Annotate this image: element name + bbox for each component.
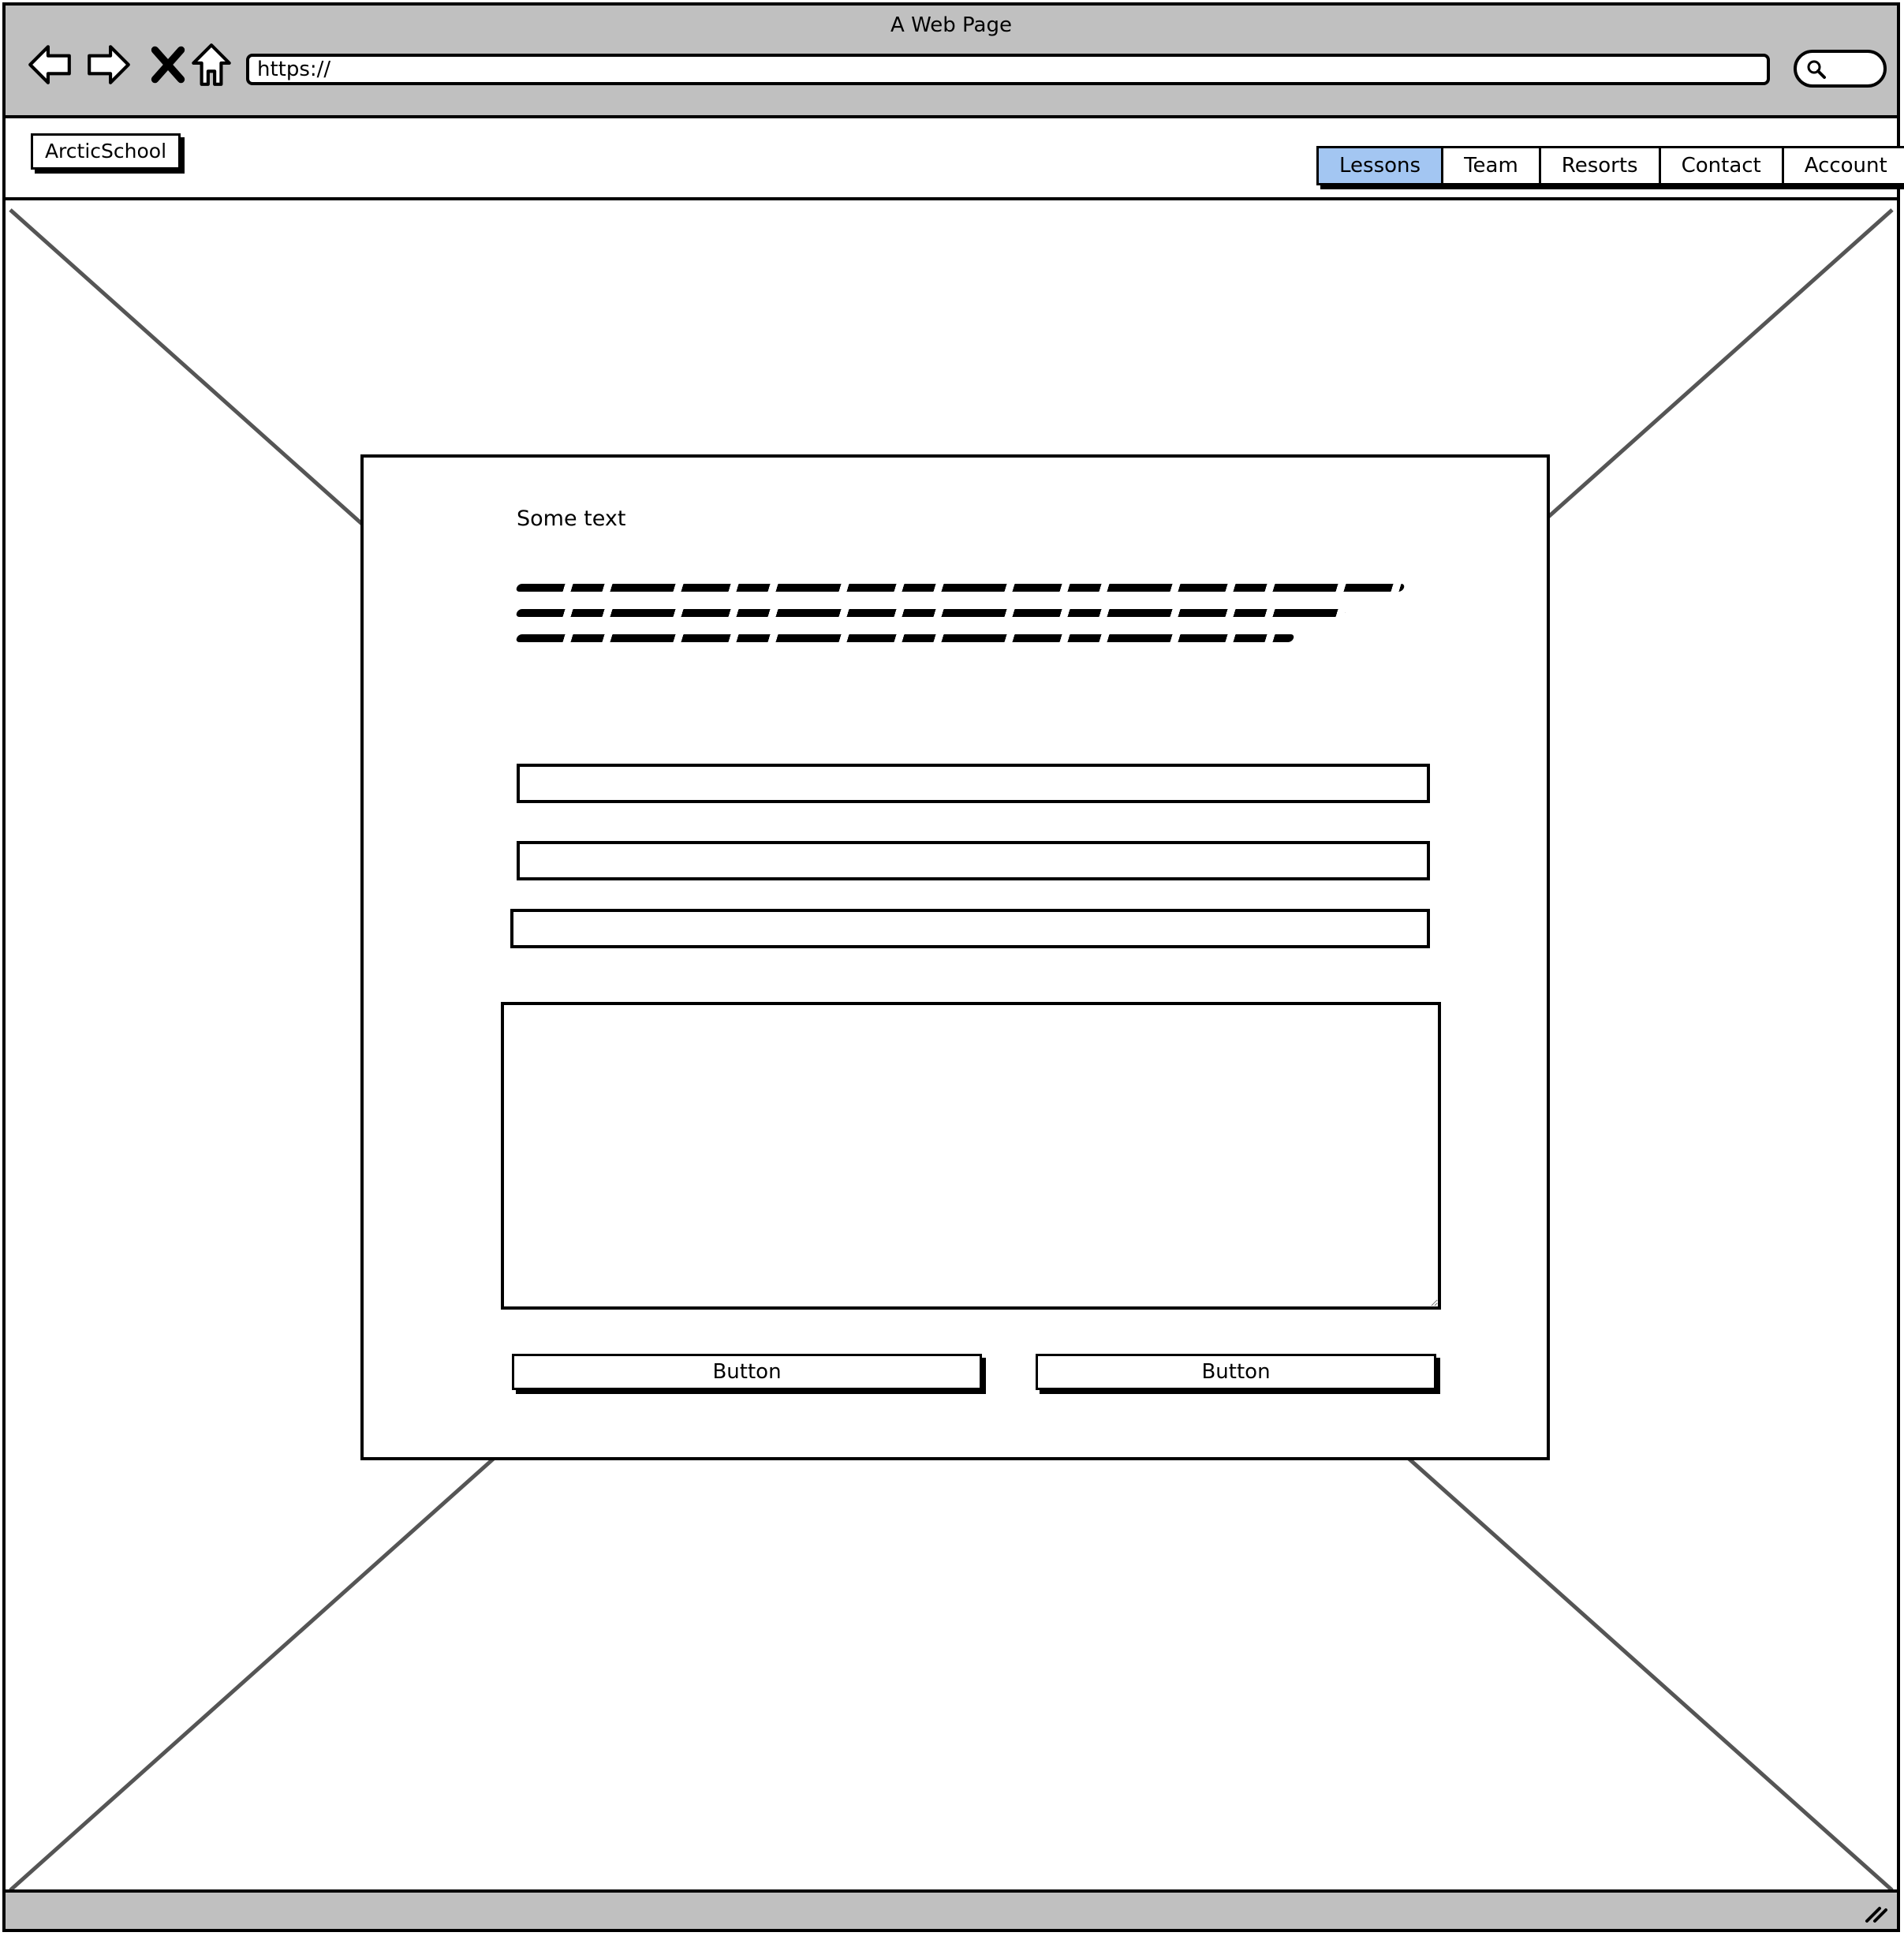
close-x-icon[interactable] <box>144 40 192 89</box>
tab-team[interactable]: Team <box>1443 148 1541 183</box>
message-textarea[interactable] <box>501 1002 1441 1310</box>
browser-chrome: A Web Page https:// <box>6 6 1897 118</box>
scribble-line <box>515 584 1406 592</box>
form-heading: Some text <box>517 506 626 531</box>
placeholder-paragraph <box>515 584 1408 660</box>
site-logo[interactable]: ArcticSchool <box>31 133 181 170</box>
forward-arrow-icon[interactable] <box>84 40 133 89</box>
scribble-line <box>515 609 1346 617</box>
main-content: Some text Button Button <box>6 204 1897 1896</box>
tab-resorts[interactable]: Resorts <box>1540 148 1661 183</box>
button-left[interactable]: Button <box>512 1354 982 1390</box>
back-arrow-icon[interactable] <box>25 40 74 89</box>
text-input-1[interactable] <box>517 764 1430 803</box>
search-icon <box>1807 60 1826 79</box>
home-icon[interactable] <box>187 40 236 89</box>
browser-search-box[interactable] <box>1794 50 1887 88</box>
resize-grip-icon[interactable] <box>1862 1897 1889 1924</box>
button-right[interactable]: Button <box>1036 1354 1436 1390</box>
text-input-2[interactable] <box>517 841 1430 880</box>
status-bar <box>6 1889 1897 1929</box>
main-nav: Lessons Team Resorts Contact Account <box>1316 146 1904 185</box>
tab-lessons[interactable]: Lessons <box>1319 148 1444 183</box>
url-bar[interactable]: https:// <box>246 54 1770 85</box>
tab-contact[interactable]: Contact <box>1660 148 1784 183</box>
tab-account[interactable]: Account <box>1783 148 1904 183</box>
form-panel: Some text Button Button <box>360 454 1550 1460</box>
site-header: ArcticSchool Lessons Team Resorts Contac… <box>6 118 1904 200</box>
scribble-line <box>515 634 1295 642</box>
text-input-3[interactable] <box>510 909 1430 948</box>
browser-window: A Web Page https:// ArcticSchool Lessons… <box>2 2 1904 1932</box>
window-title: A Web Page <box>890 13 1012 37</box>
